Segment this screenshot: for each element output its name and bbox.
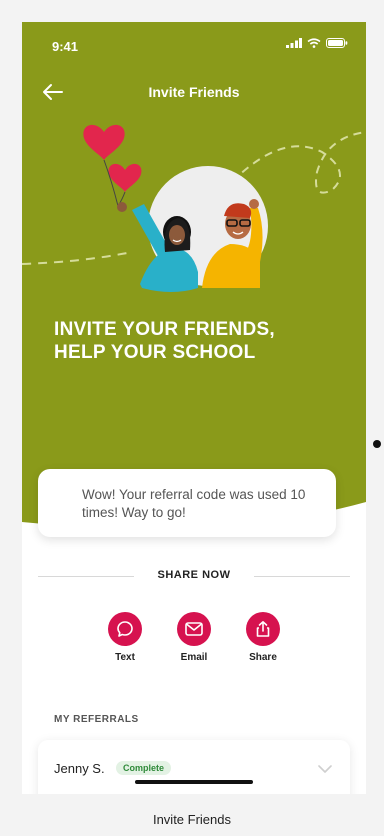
- share-now-heading: SHARE NOW: [157, 569, 231, 581]
- share-email-circle: [177, 612, 211, 646]
- screen-caption: Invite Friends: [152, 812, 232, 827]
- status-icons: [286, 38, 348, 48]
- status-bar: 9:41: [22, 22, 366, 66]
- hero-illustration: [22, 124, 366, 292]
- status-badge: Complete: [116, 761, 172, 775]
- chat-bubble-icon: [117, 621, 133, 637]
- share-upload-icon: [256, 621, 270, 637]
- home-indicator[interactable]: [135, 780, 253, 784]
- page-title: Invite Friends: [148, 84, 240, 100]
- share-now-divider: SHARE NOW: [38, 568, 350, 584]
- referral-notice-card: Wow! Your referral code was used 10 time…: [38, 469, 336, 537]
- chevron-down-icon[interactable]: [318, 764, 332, 774]
- share-text-button[interactable]: Text: [99, 612, 151, 678]
- canvas: 9:41 Invite Friends INVITE YOUR FRIENDS,…: [0, 0, 384, 836]
- nav-bar: Invite Friends: [22, 76, 366, 108]
- share-email-label: Email: [180, 652, 208, 663]
- wifi-icon: [307, 38, 321, 48]
- hero-headline: INVITE YOUR FRIENDS, HELP YOUR SCHOOL: [54, 319, 276, 363]
- share-text-circle: [108, 612, 142, 646]
- envelope-icon: [185, 622, 203, 636]
- heart-balloon-icon: [83, 124, 142, 207]
- signal-icon: [286, 38, 302, 48]
- share-share-button[interactable]: Share: [237, 612, 289, 678]
- share-share-circle: [246, 612, 280, 646]
- phone-screen: 9:41 Invite Friends INVITE YOUR FRIENDS,…: [22, 22, 366, 794]
- referral-row[interactable]: Jenny S. Complete: [38, 740, 350, 794]
- my-referrals-heading: MY REFERRALS: [54, 714, 139, 725]
- share-email-button[interactable]: Email: [168, 612, 220, 678]
- referral-name: Jenny S.: [54, 761, 105, 776]
- battery-icon: [326, 38, 348, 48]
- share-text-label: Text: [115, 652, 135, 663]
- status-time: 9:41: [52, 39, 79, 54]
- share-buttons-row: Text Email Share: [22, 612, 366, 682]
- share-share-label: Share: [249, 652, 277, 663]
- side-dot: [373, 440, 381, 448]
- referral-notice-text: Wow! Your referral code was used 10 time…: [82, 487, 306, 520]
